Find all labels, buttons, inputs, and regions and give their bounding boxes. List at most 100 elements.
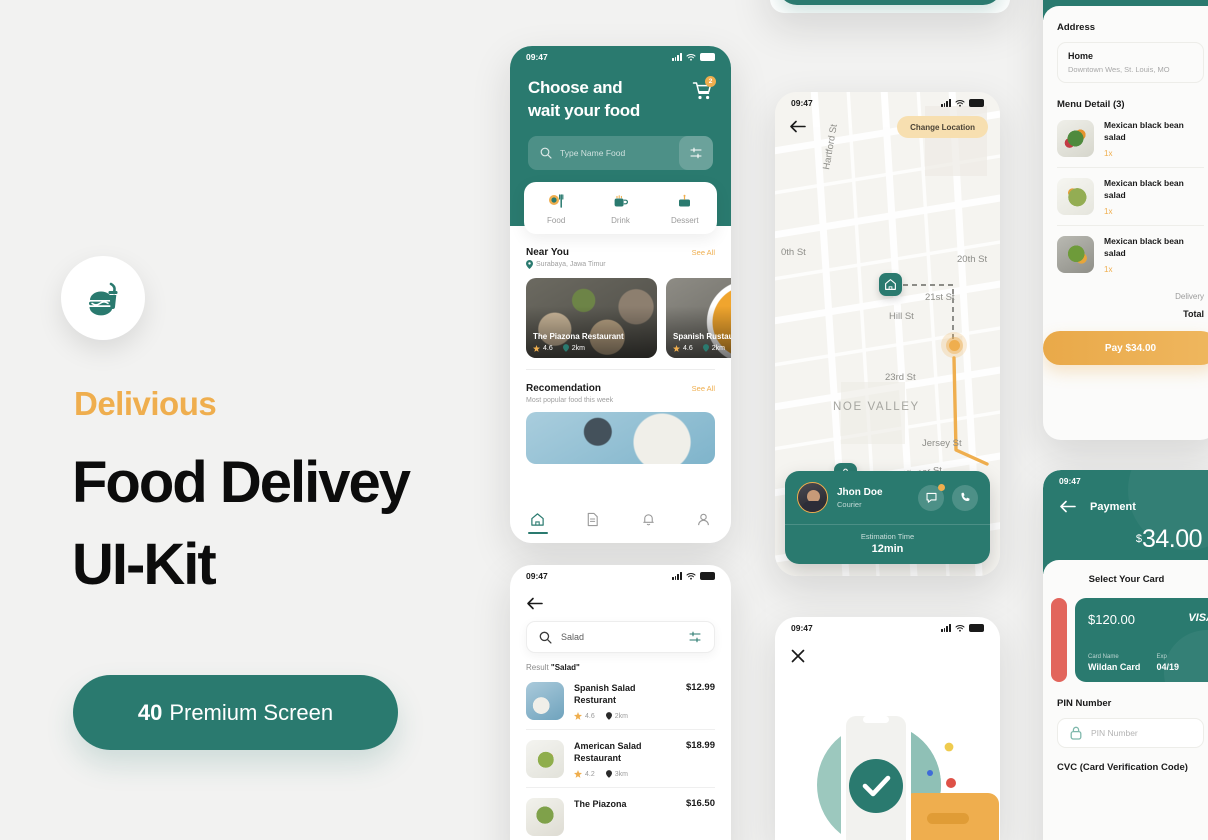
item-name: Mexican black bean salad	[1104, 120, 1184, 142]
recommendation-see-all[interactable]: See All	[692, 384, 715, 393]
result-rating: 4.2	[574, 770, 595, 778]
payment-header: 09:47 Payment $34.00	[1043, 470, 1208, 574]
premium-screen-badge: 40 Premium Screen	[73, 675, 398, 750]
result-name: The Piazona	[574, 799, 627, 809]
back-button[interactable]	[1059, 500, 1076, 513]
rating-value: 4.6	[683, 344, 693, 352]
result-info: Spanish Salad Resturant 4.6 2km	[574, 682, 676, 720]
pay-button[interactable]: Pay $34.00	[1043, 331, 1208, 365]
restaurant-rating: 4.6	[533, 344, 553, 352]
home-map-pin[interactable]	[879, 273, 902, 296]
cart-summary-mockup: salad $39.98 3 Item $20.50	[770, 0, 1010, 13]
courier-map-pin[interactable]	[941, 332, 967, 358]
menu-detail-title: Menu Detail (3)	[1057, 99, 1125, 110]
signal-icon	[671, 572, 682, 580]
card-exp-block: Exp 04/19	[1156, 654, 1179, 672]
map-pin-icon	[605, 770, 612, 778]
address-card[interactable]: Home Downtown Wes, St. Louis, MO	[1057, 42, 1204, 83]
item-qty: 1x	[1104, 265, 1113, 274]
order-item-row: Mexican black bean salad 1x	[1057, 168, 1204, 225]
near-you-see-all[interactable]: See All	[692, 248, 715, 257]
tab-home[interactable]	[510, 512, 565, 534]
restaurant-name: Spanish Rustaurant	[673, 332, 731, 341]
card-carousel[interactable]: $120.00 VISA Card Name Wildan Card Exp 0…	[1043, 598, 1208, 682]
cvc-label: CVC (Card Verification Code)	[1057, 762, 1188, 773]
cart-checkout-bar[interactable]: 3 Item $20.50	[778, 0, 1002, 5]
category-food[interactable]: Food	[524, 193, 588, 225]
near-you-title: Near You	[526, 247, 569, 258]
arrow-left-icon	[1060, 500, 1076, 513]
restaurant-card[interactable]: The Piazona Restaurant 4.6 2km	[526, 278, 657, 358]
payment-success-mockup: 09:47	[775, 617, 1000, 840]
back-button[interactable]	[510, 587, 731, 610]
search-input[interactable]: Salad	[526, 621, 715, 653]
status-bar: 09:47	[510, 565, 731, 587]
order-detail-body: Address Home Downtown Wes, St. Louis, MO…	[1043, 6, 1208, 365]
courier-location-icon	[948, 339, 960, 351]
status-time: 09:47	[526, 52, 548, 62]
signal-icon	[940, 99, 951, 107]
totals-block: Delivery Total	[1057, 283, 1204, 319]
battery-icon	[969, 624, 984, 632]
location-text: Surabaya, Jawa Timur	[536, 261, 606, 268]
payment-title: Payment	[1090, 500, 1136, 513]
close-x-icon	[791, 649, 805, 663]
item-qty: 1x	[1104, 207, 1113, 216]
category-dessert[interactable]: Dessert	[653, 193, 717, 225]
select-card-title: Select Your Card	[1088, 574, 1165, 585]
search-results-mockup: 09:47 Salad Result "Salad" Spanish Salad…	[510, 565, 731, 840]
distance-value: 2km	[614, 712, 628, 720]
category-label: Drink	[611, 216, 630, 225]
wifi-icon	[955, 625, 965, 632]
svg-text:NOE VALLEY: NOE VALLEY	[833, 401, 920, 413]
rating-value: 4.2	[585, 770, 595, 778]
sliders-filter-icon	[690, 147, 702, 159]
call-button[interactable]	[952, 484, 978, 511]
credit-card-secondary[interactable]	[1051, 598, 1067, 682]
star-icon	[574, 770, 582, 778]
payment-title-row: Payment	[1043, 492, 1208, 513]
status-icons	[940, 624, 984, 632]
tab-orders[interactable]	[565, 512, 620, 534]
category-tabs: Food Drink Dessert	[524, 182, 717, 234]
search-value: Salad	[561, 632, 585, 642]
filter-button[interactable]	[688, 630, 702, 644]
order-item-row: Mexican black bean salad 1x	[1057, 226, 1204, 283]
result-label: Result "Salad"	[510, 653, 731, 672]
search-result-row[interactable]: The Piazona $16.50	[510, 788, 731, 836]
card-meta: Spanish Rustaurant 4.6 2km	[673, 332, 731, 352]
search-result-row[interactable]: Spanish Salad Resturant 4.6 2km $12.99	[510, 672, 731, 720]
battery-icon	[700, 572, 715, 580]
page-title: Food Delivey UI-Kit	[72, 442, 502, 606]
pin-input[interactable]: PIN Number	[1057, 718, 1204, 748]
svg-text:21st St: 21st St	[925, 292, 955, 303]
status-time: 09:47	[526, 571, 548, 581]
change-location-button[interactable]: Change Location	[897, 116, 988, 138]
recommendation-image[interactable]	[526, 412, 715, 464]
near-you-location: Surabaya, Jawa Timur	[510, 258, 731, 269]
search-input[interactable]: Type Name Food	[528, 136, 713, 170]
back-button[interactable]	[789, 120, 806, 133]
tab-indicator	[693, 532, 713, 534]
category-drink[interactable]: Drink	[588, 193, 652, 225]
status-time: 09:47	[1059, 476, 1081, 486]
cart-button[interactable]: 2	[691, 76, 716, 102]
search-result-row[interactable]: American Salad Restaurant 4.2 3km $18.99	[510, 730, 731, 778]
restaurant-card[interactable]: Spanish Rustaurant 4.6 2km	[666, 278, 731, 358]
tab-notifications[interactable]	[621, 512, 676, 534]
wifi-icon	[686, 54, 696, 61]
credit-card-selected[interactable]: $120.00 VISA Card Name Wildan Card Exp 0…	[1075, 598, 1208, 682]
wifi-icon	[955, 100, 965, 107]
close-button[interactable]	[775, 639, 1000, 663]
svg-text:0th St: 0th St	[781, 247, 806, 258]
lock-icon	[1070, 726, 1082, 740]
map-pin-icon	[605, 712, 612, 720]
chat-button[interactable]	[918, 483, 945, 511]
card-exp-label: Exp	[1156, 654, 1167, 660]
filter-button[interactable]	[679, 136, 713, 170]
pin-label: PIN Number	[1057, 698, 1112, 709]
tab-profile[interactable]	[676, 512, 731, 534]
courier-text: Jhon Doe Courier	[837, 487, 883, 509]
item-thumbnail	[1057, 120, 1094, 157]
near-you-header: Near You See All	[510, 234, 731, 258]
